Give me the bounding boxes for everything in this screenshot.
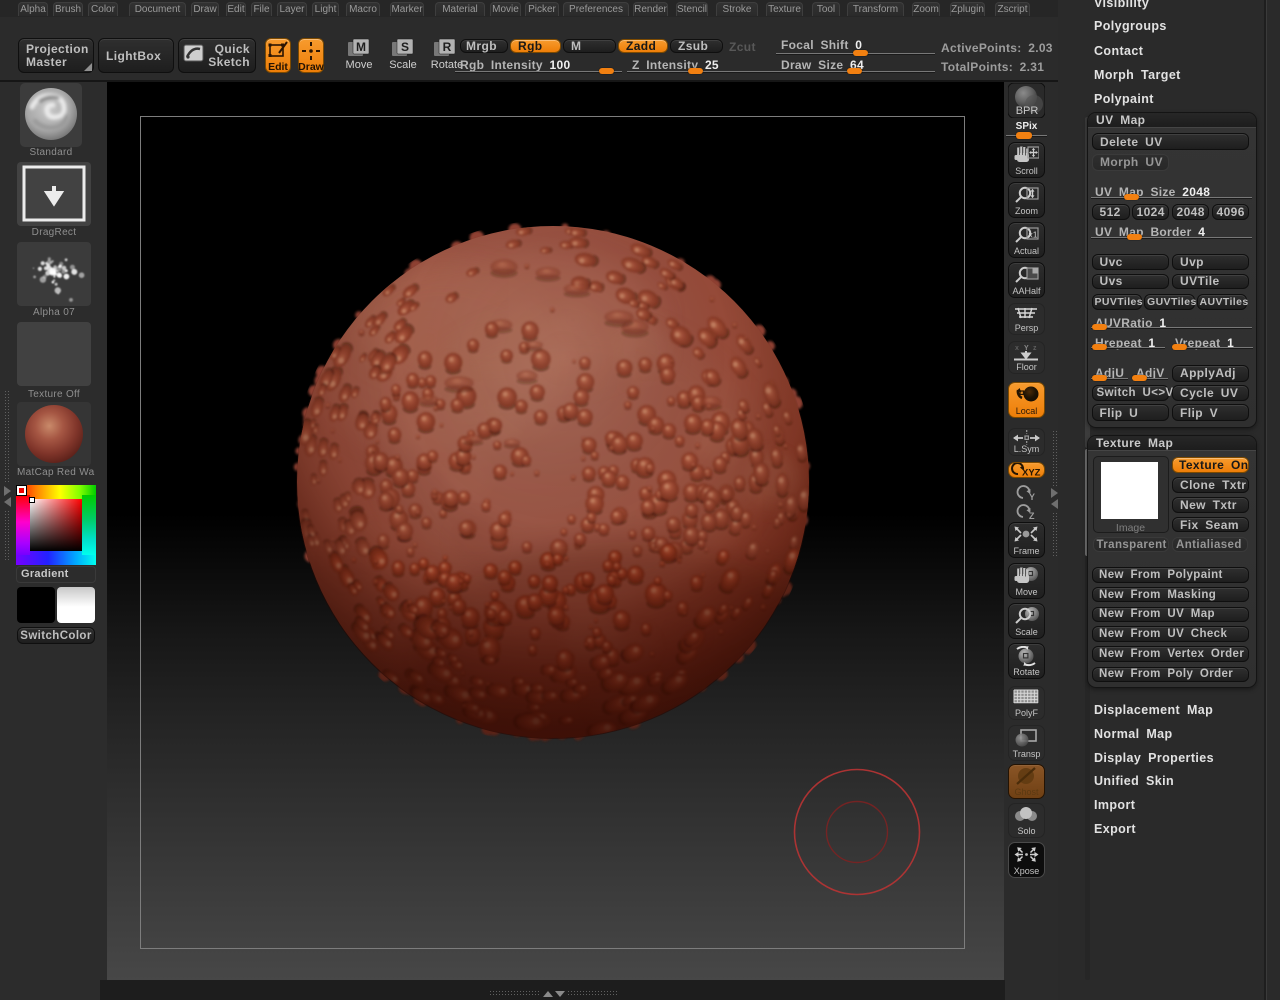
svg-text:z: z bbox=[1033, 345, 1037, 352]
svg-text:XYZ: XYZ bbox=[1022, 468, 1041, 479]
svg-text:M: M bbox=[356, 40, 366, 54]
svg-text:Y: Y bbox=[1024, 345, 1029, 352]
svg-text:Y: Y bbox=[1029, 492, 1035, 502]
svg-text:x: x bbox=[1015, 345, 1019, 352]
svg-text:S: S bbox=[401, 40, 409, 54]
svg-text:R: R bbox=[443, 40, 452, 54]
svg-text:BPR: BPR bbox=[1016, 105, 1039, 117]
svg-text:x1: x1 bbox=[1029, 230, 1038, 240]
svg-text:Z: Z bbox=[1029, 511, 1035, 521]
